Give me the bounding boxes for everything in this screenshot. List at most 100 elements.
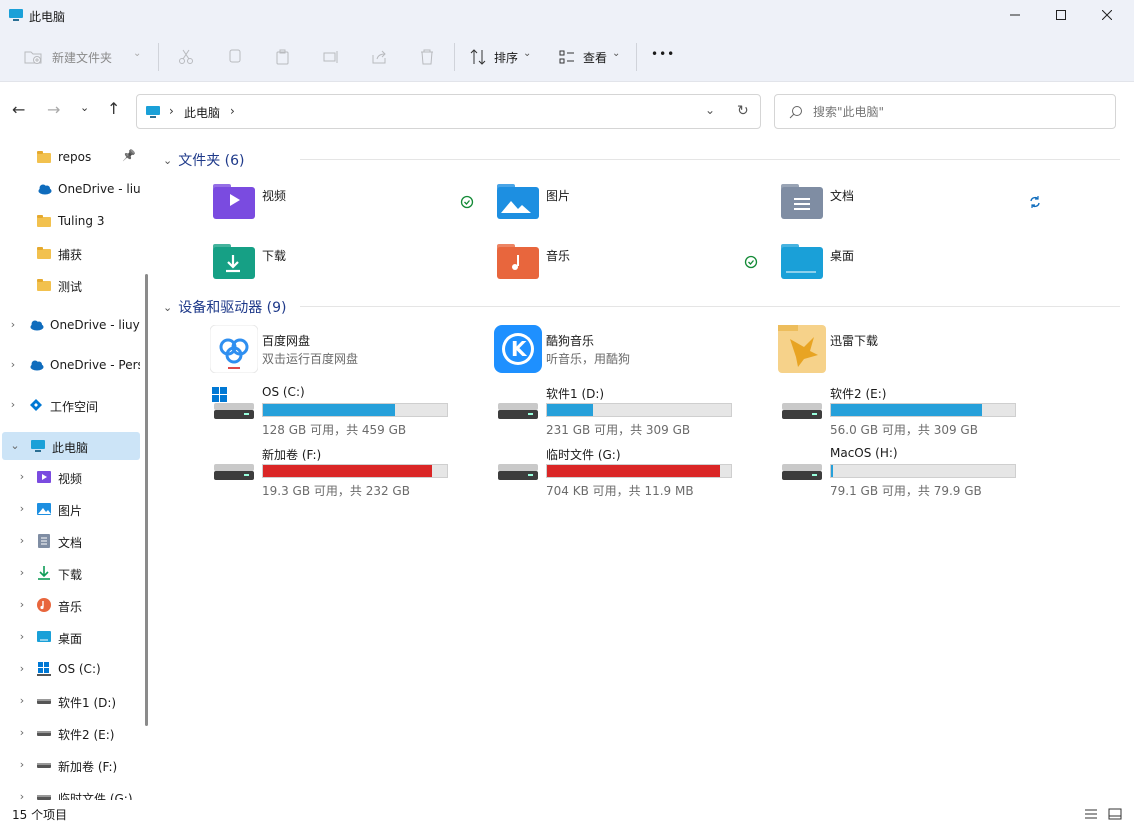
chevron-right-icon[interactable]: › <box>16 790 28 800</box>
sidebar-item-label: 新加卷 (F:) <box>58 760 118 774</box>
chevron-right-icon[interactable]: › <box>16 726 28 739</box>
up-button[interactable]: ↑ <box>107 99 120 118</box>
chevron-right-icon[interactable]: › <box>16 566 28 579</box>
sidebar-item[interactable]: › 视频 <box>0 463 140 491</box>
folder-label: 桌面 <box>830 249 855 263</box>
share-button[interactable] <box>366 44 392 70</box>
breadcrumb[interactable]: 此电脑 <box>184 104 220 121</box>
chevron-right-icon[interactable]: › <box>16 502 28 515</box>
sidebar-item-label: 桌面 <box>58 632 83 646</box>
drive-name: 新加卷 (F:) <box>262 448 322 462</box>
sidebar-item[interactable]: OneDrive - liu <box>0 175 140 203</box>
section-title: 设备和驱动器 (9) <box>178 300 287 316</box>
sidebar-item-label: 工作空间 <box>50 400 99 414</box>
app-item[interactable]: 百度网盘 双击运行百度网盘 <box>210 325 472 381</box>
paste-button[interactable] <box>270 44 296 70</box>
sidebar-item-label: 图片 <box>58 504 83 518</box>
sidebar-item-label: 测试 <box>58 280 83 294</box>
chevron-right-icon[interactable]: › <box>16 598 28 611</box>
chevron-down-icon[interactable]: ⌄ <box>9 439 21 452</box>
folder-item[interactable]: 视频 <box>212 183 472 231</box>
sidebar-scrollbar[interactable] <box>145 274 148 726</box>
view-button[interactable] <box>554 44 580 70</box>
copy-button[interactable] <box>222 44 248 70</box>
chevron-down-icon: ⌄ <box>163 153 173 167</box>
item-count: 15 个项目 <box>12 808 68 822</box>
minimize-button[interactable] <box>992 0 1038 30</box>
search-input[interactable] <box>813 102 1103 122</box>
drive-item[interactable]: MacOS (H:) 79.1 GB 可用，共 79.9 GB <box>780 446 1040 502</box>
sidebar-item[interactable]: › OneDrive - Pers <box>0 351 140 379</box>
sidebar-item[interactable]: › 文档 <box>0 527 140 555</box>
refresh-button[interactable]: ↻ <box>737 103 749 119</box>
new-folder-icon <box>24 51 42 64</box>
sidebar-item[interactable]: 测试 <box>0 271 140 299</box>
sidebar-item[interactable]: repos 📌 <box>0 143 140 171</box>
command-bar: 新建文件夹 ⌄ 排序 ⌄ 查看 ⌄ ••• <box>0 32 1134 82</box>
sidebar-item[interactable]: › 下载 <box>0 559 140 587</box>
new-folder-button[interactable] <box>20 44 46 70</box>
sidebar-item[interactable]: › 临时文件 (G:) <box>0 783 140 800</box>
folder-item[interactable]: 音乐 <box>496 243 756 291</box>
chevron-right-icon[interactable]: › <box>16 694 28 707</box>
forward-button[interactable]: → <box>47 100 60 119</box>
folder-item[interactable]: 下载 <box>212 243 472 291</box>
chevron-right-icon[interactable]: › <box>16 630 28 643</box>
drive-item[interactable]: 临时文件 (G:) 704 KB 可用，共 11.9 MB <box>496 446 756 502</box>
sidebar-item[interactable]: › 音乐 <box>0 591 140 619</box>
chevron-right-icon[interactable]: › <box>16 662 28 675</box>
chevron-right-icon[interactable]: › <box>7 398 19 411</box>
chevron-right-icon[interactable]: › <box>16 758 28 771</box>
drive-free-space: 128 GB 可用，共 459 GB <box>262 423 407 437</box>
onedrive-icon <box>38 184 52 195</box>
cut-button[interactable] <box>173 44 199 70</box>
app-item[interactable]: K 酷狗音乐 听音乐，用酷狗 <box>494 325 756 381</box>
sort-button[interactable] <box>465 44 491 70</box>
folder-item[interactable]: 桌面 <box>780 243 1040 291</box>
drive-usage-fill <box>547 465 720 477</box>
folder-item[interactable]: 图片 <box>496 183 756 231</box>
sidebar-item[interactable]: › OS (C:) <box>0 655 140 683</box>
sidebar-item[interactable]: 捕获 <box>0 239 140 267</box>
sidebar-item-label: repos <box>58 150 92 164</box>
sidebar-item[interactable]: › 软件2 (E:) <box>0 719 140 747</box>
windows-drive-icon <box>37 662 51 676</box>
app-description: 双击运行百度网盘 <box>262 352 359 366</box>
sidebar-item[interactable]: › 软件1 (D:) <box>0 687 140 715</box>
cut-icon <box>179 49 193 64</box>
drive-item[interactable]: 软件2 (E:) 56.0 GB 可用，共 309 GB <box>780 385 1040 441</box>
sidebar-item[interactable]: › 新加卷 (F:) <box>0 751 140 779</box>
chevron-right-icon[interactable]: › <box>16 534 28 547</box>
drive-item[interactable]: 新加卷 (F:) 19.3 GB 可用，共 232 GB <box>212 446 472 502</box>
sidebar-item[interactable]: ⌄ 此电脑 <box>2 432 140 460</box>
sidebar-item[interactable]: › OneDrive - liuy <box>0 311 140 339</box>
details-view-icon[interactable] <box>1084 807 1098 821</box>
sidebar-item[interactable]: › 工作空间 <box>0 391 140 419</box>
address-dropdown-button[interactable]: ⌄ <box>705 103 715 117</box>
devices-section-header[interactable]: ⌄ 设备和驱动器 (9) <box>163 297 287 317</box>
drive-item[interactable]: 软件1 (D:) 231 GB 可用，共 309 GB <box>496 385 756 441</box>
delete-button[interactable] <box>414 44 440 70</box>
folder-item[interactable]: 文档 <box>780 183 1040 231</box>
drive-item[interactable]: OS (C:) 128 GB 可用，共 459 GB <box>212 385 472 441</box>
large-icons-view-icon[interactable] <box>1108 807 1122 821</box>
chevron-right-icon[interactable]: › <box>7 318 19 331</box>
maximize-button[interactable] <box>1038 0 1084 30</box>
back-button[interactable]: ← <box>12 100 25 119</box>
close-button[interactable] <box>1084 0 1130 30</box>
address-bar[interactable]: › 此电脑 › ⌄ ↻ <box>136 94 761 129</box>
chevron-right-icon[interactable]: › <box>7 358 19 371</box>
pin-icon[interactable]: 📌 <box>122 149 136 162</box>
search-box[interactable] <box>774 94 1116 129</box>
recent-locations-button[interactable]: ⌄ <box>80 101 89 114</box>
folders-section-header[interactable]: ⌄ 文件夹 (6) <box>163 150 245 170</box>
app-item[interactable]: 迅雷下载 <box>778 325 1040 381</box>
more-options-button[interactable]: ••• <box>651 47 675 61</box>
folder-icon <box>497 184 539 219</box>
rename-button[interactable] <box>318 44 344 70</box>
sidebar-item[interactable]: › 图片 <box>0 495 140 523</box>
sidebar-item[interactable]: Tuling 3 <box>0 207 140 235</box>
chevron-right-icon[interactable]: › <box>16 470 28 483</box>
folder-icon <box>781 184 823 219</box>
sidebar-item[interactable]: › 桌面 <box>0 623 140 651</box>
